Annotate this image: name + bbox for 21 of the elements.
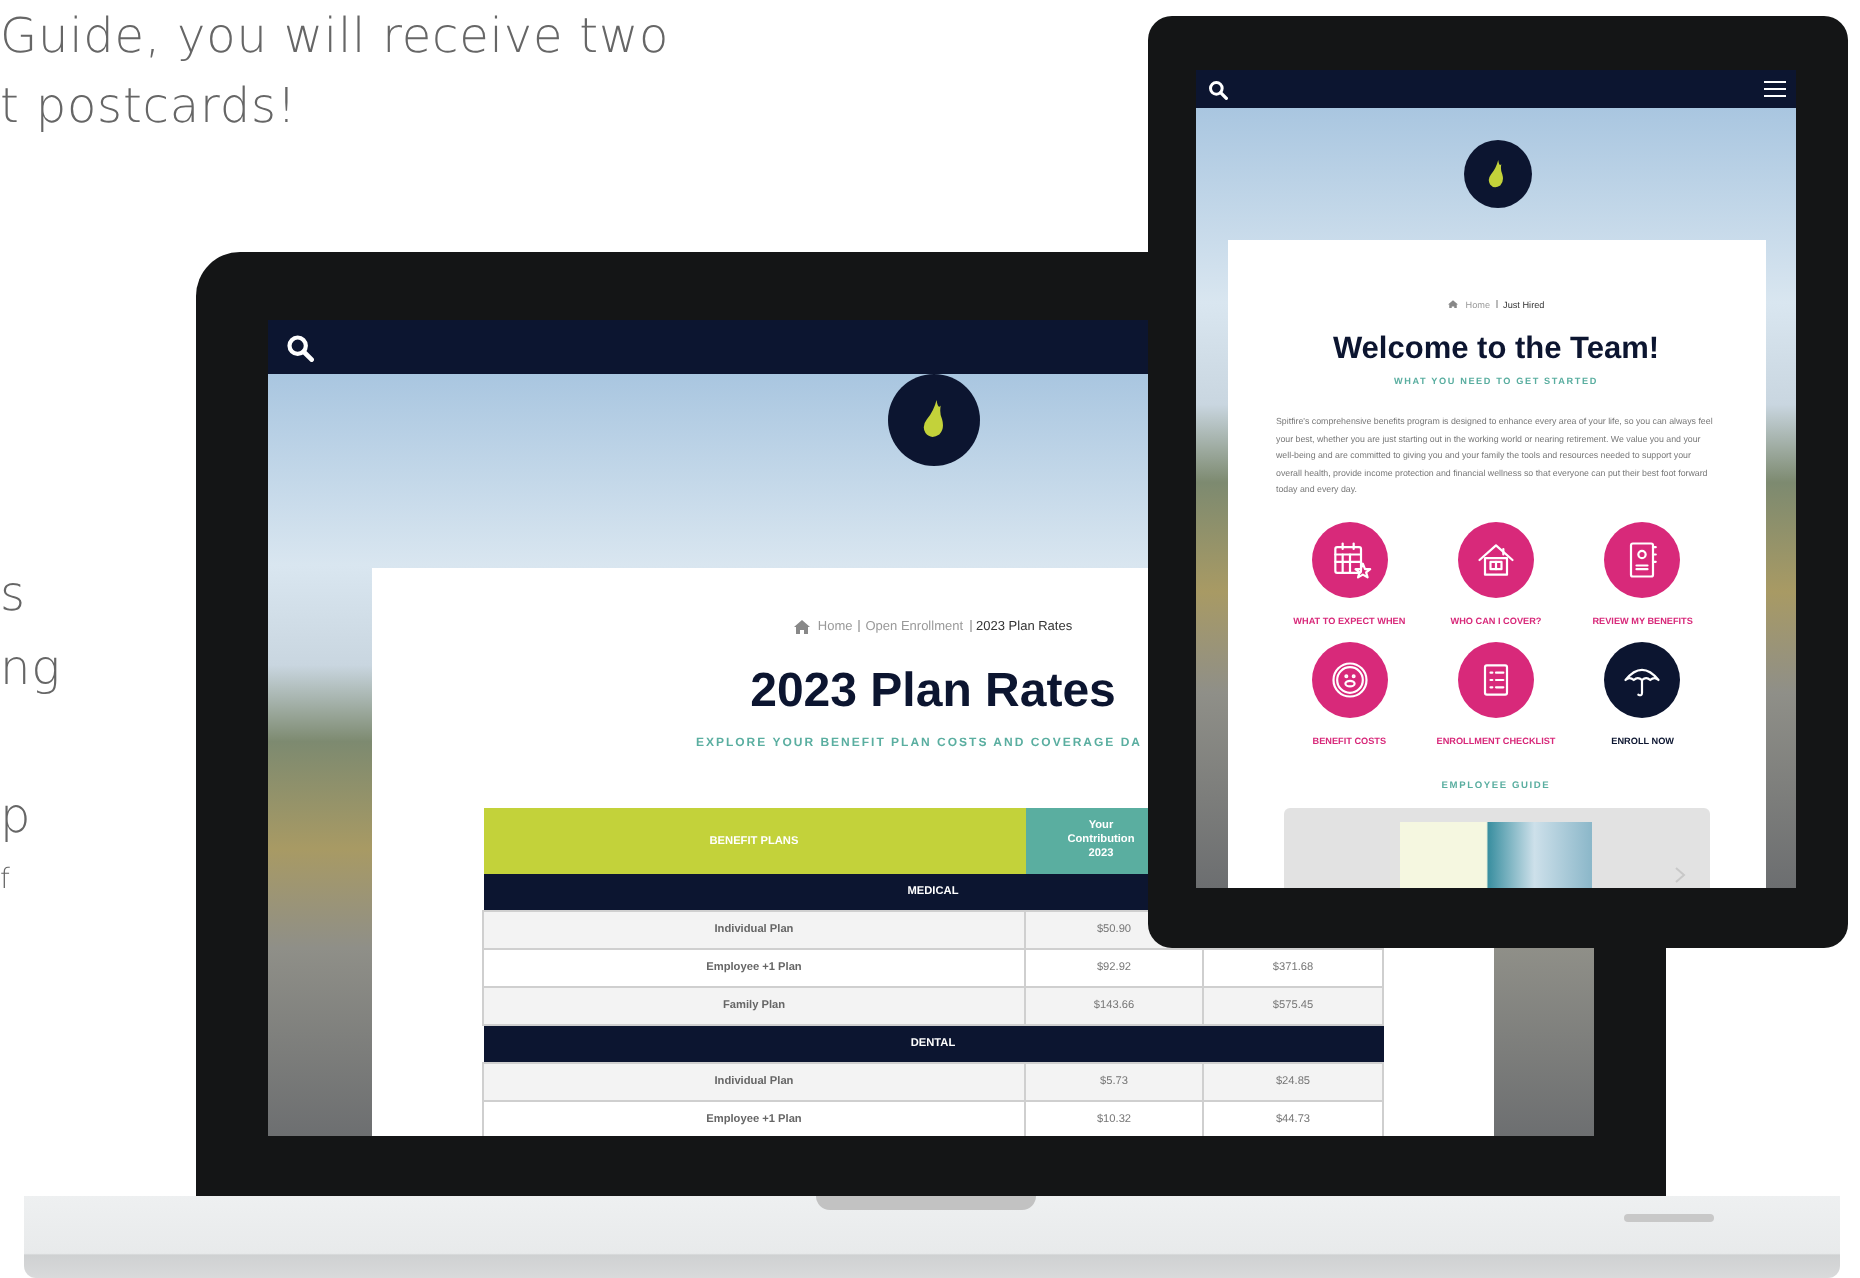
menu-icon[interactable]	[1764, 80, 1786, 98]
tile-button[interactable]	[1604, 521, 1681, 597]
tile-button[interactable]	[1311, 641, 1388, 717]
tile-button[interactable]	[1457, 641, 1534, 717]
drop-logo	[1463, 140, 1531, 208]
tile-button[interactable]	[1311, 521, 1388, 597]
intro-text: p	[0, 788, 32, 844]
tile-button[interactable]	[1604, 641, 1681, 717]
intro-text: s	[0, 566, 26, 622]
intro-text: Guide, you will receive two	[0, 8, 670, 64]
page-title: Welcome to the Team!	[1332, 332, 1660, 368]
search-icon[interactable]	[1208, 79, 1228, 99]
home-icon	[1447, 299, 1458, 309]
search-icon[interactable]	[286, 333, 314, 361]
laptop-slot	[1624, 1214, 1714, 1222]
intro-text: t postcards!	[0, 78, 297, 134]
intro-text: ng	[0, 640, 61, 696]
page-title: 2023 Plan Rates	[750, 664, 1116, 720]
intro-text: f	[0, 864, 11, 896]
tile-button[interactable]	[1457, 521, 1534, 597]
home-icon	[793, 619, 810, 633]
